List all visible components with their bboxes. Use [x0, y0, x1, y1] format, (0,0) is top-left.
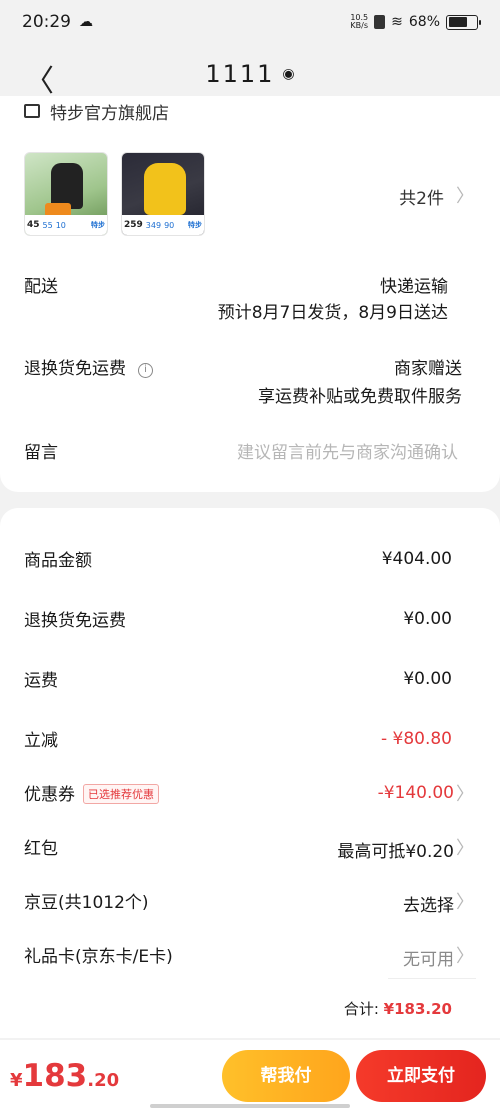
nav-bar: 〈 1111 ◉ [0, 44, 500, 104]
cloud-icon: ☁ [79, 14, 93, 30]
address-title[interactable]: 1111 [205, 60, 274, 88]
return-shipping-detail: 享运费补贴或免费取件服务 [258, 387, 462, 407]
pay-button[interactable]: 立即支付 [356, 1050, 486, 1102]
product-thumbnail[interactable]: 259 349 90 特步 [121, 152, 205, 236]
battery-percent: 68% [408, 14, 440, 30]
shop-row[interactable]: 特步官方旗舰店 [24, 98, 169, 124]
help-pay-button[interactable]: 帮我付 [222, 1050, 350, 1102]
store-icon [24, 104, 40, 118]
chevron-right-icon[interactable]: 〉 [456, 182, 474, 208]
thumb-price-bar: 45 55 10 特步 [25, 215, 107, 235]
chevron-right-icon[interactable]: 〉 [456, 834, 474, 860]
wifi-icon: ≋ [391, 14, 403, 30]
coupon-value[interactable]: -¥140.00 [378, 783, 454, 803]
status-right: 10.5 KB/s ≋ 68% [350, 13, 481, 30]
coupon-tag: 已选推荐优惠 [83, 784, 159, 804]
goods-amount-value: ¥404.00 [381, 549, 452, 569]
home-indicator[interactable] [150, 1104, 350, 1108]
chevron-right-icon[interactable]: 〉 [456, 888, 474, 914]
item-count[interactable]: 共2件 [399, 184, 444, 209]
battery-icon [446, 14, 481, 30]
product-thumbnail[interactable]: 45 55 10 特步 [24, 152, 108, 236]
shop-name: 特步官方旗舰店 [50, 103, 169, 124]
back-arrow-icon[interactable]: 〈 [24, 56, 54, 100]
return-free-label: 退换货免运费 [24, 611, 126, 631]
redpacket-label: 红包 [24, 839, 58, 859]
giftcard-label: 礼品卡(京东卡/E卡) [24, 947, 173, 967]
total-amount: ¥183.20 [383, 1000, 452, 1018]
delivery-method[interactable]: 快递运输 [380, 272, 448, 297]
delivery-label: 配送 [24, 277, 58, 297]
delivery-estimate: 预计8月7日发货，8月9日送达 [217, 303, 448, 323]
jingdou-label: 京豆(共1012个) [24, 893, 149, 913]
coupon-row[interactable]: 优惠券 已选推荐优惠 [24, 780, 159, 805]
divider [388, 978, 476, 979]
return-shipping-value: 商家赠送 [394, 359, 462, 379]
discount-label: 立减 [24, 731, 58, 751]
shipping-value: ¥0.00 [403, 669, 452, 689]
location-pin-icon: ◉ [282, 66, 295, 82]
return-free-value: ¥0.00 [403, 609, 452, 629]
status-time: 20:29 [22, 12, 71, 32]
goods-amount-label: 商品金额 [24, 551, 92, 571]
net-speed: 10.5 KB/s [350, 13, 369, 30]
order-card: 特步官方旗舰店 45 55 10 特步 259 349 90 特步 共2件 〉 … [0, 96, 500, 492]
thumb-price-bar: 259 349 90 特步 [122, 215, 204, 235]
price-summary-card: 商品金额 ¥404.00 退换货免运费 ¥0.00 运费 ¥0.00 立减 - … [0, 508, 500, 1038]
discount-value: - ¥80.80 [380, 729, 452, 749]
return-shipping-label: 退换货免运费 i [24, 354, 153, 379]
bottom-bar: ¥183.20 帮我付 立即支付 [0, 1040, 500, 1111]
status-bar: 20:29 ☁ 10.5 KB/s ≋ 68% [0, 0, 500, 44]
total-row: 合计: ¥183.20 [343, 1000, 452, 1018]
chevron-right-icon[interactable]: 〉 [456, 942, 474, 968]
redpacket-value[interactable]: 最高可抵¥0.20 [337, 837, 454, 862]
info-icon[interactable]: i [138, 363, 153, 378]
message-input[interactable]: 建议留言前先与商家沟通确认 [237, 438, 458, 463]
message-label: 留言 [24, 443, 58, 463]
giftcard-value[interactable]: 无可用 [403, 945, 454, 970]
bottom-price: ¥183.20 [10, 1058, 120, 1094]
product-image [144, 163, 186, 215]
chevron-right-icon[interactable]: 〉 [456, 780, 474, 806]
sim-icon [374, 15, 386, 29]
shipping-label: 运费 [24, 671, 58, 691]
jingdou-value[interactable]: 去选择 [403, 891, 454, 916]
